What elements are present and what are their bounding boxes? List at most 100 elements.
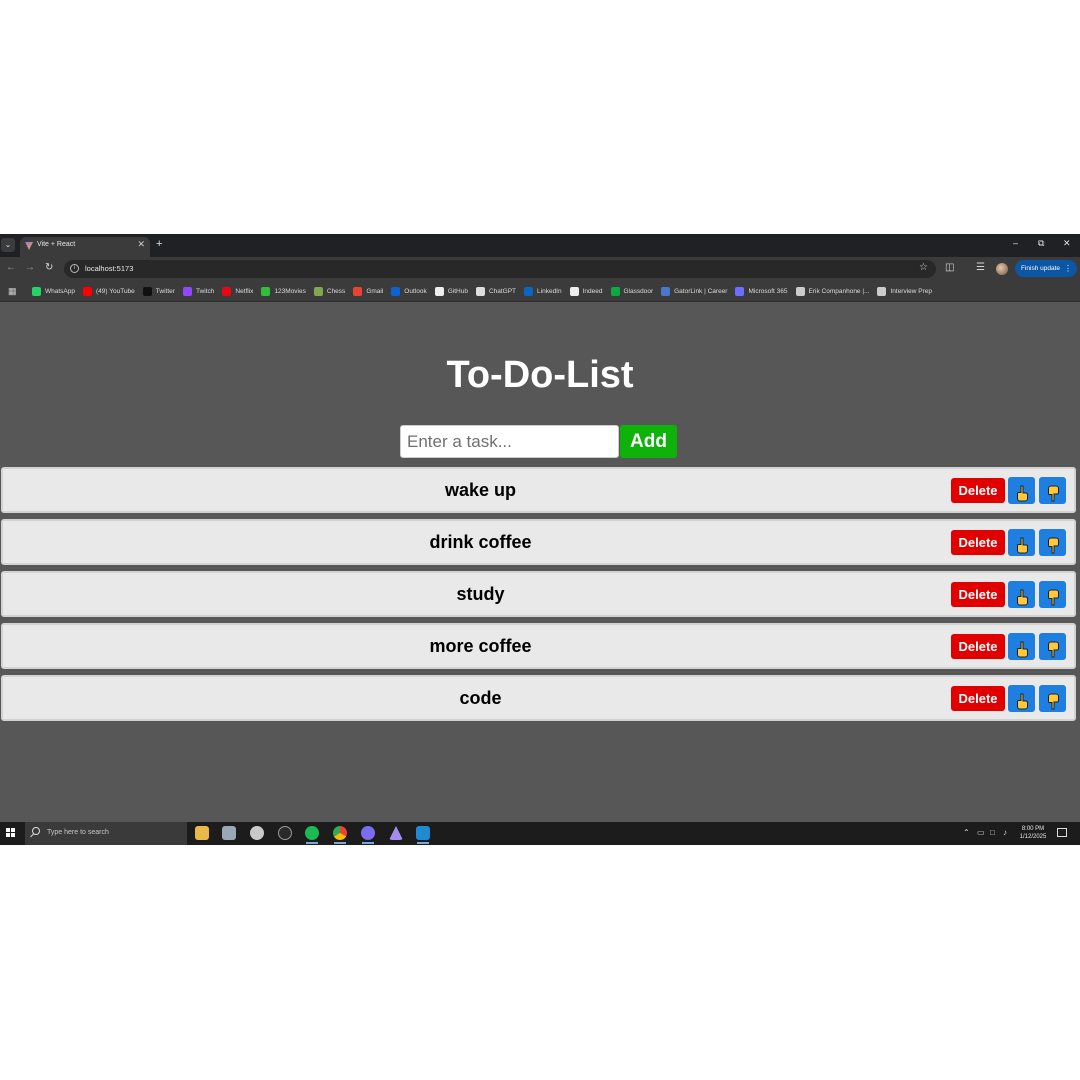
minimize-icon[interactable]: – <box>1013 238 1018 248</box>
app-icon[interactable] <box>361 826 375 844</box>
task-row: code Delete <box>1 675 1076 721</box>
delete-button[interactable]: Delete <box>951 530 1005 555</box>
notification-icon[interactable] <box>1057 828 1067 837</box>
bookmark-label: Interview Prep <box>890 287 933 295</box>
url-text: localhost:5173 <box>85 264 134 273</box>
bookmark-label: WhatsApp <box>45 287 75 295</box>
move-down-button[interactable] <box>1039 477 1066 504</box>
app-icon[interactable] <box>250 826 264 840</box>
forward-icon[interactable]: → <box>25 262 35 274</box>
add-button[interactable]: Add <box>620 425 677 458</box>
outlook-icon <box>391 286 401 296</box>
bookmark-item[interactable]: Gmail <box>353 285 383 297</box>
move-up-button[interactable] <box>1008 529 1035 556</box>
bookmark-item[interactable]: LinkedIn <box>524 285 562 297</box>
move-up-button[interactable] <box>1008 581 1035 608</box>
bookmark-item[interactable]: GitHub <box>434 285 468 297</box>
windows-start-button[interactable] <box>6 828 16 838</box>
bookmark-item[interactable]: Twitter <box>142 285 175 297</box>
extensions-icon[interactable]: ◫ <box>945 262 954 274</box>
site-info-icon[interactable]: i <box>70 264 79 273</box>
bookmark-item[interactable]: Erik Companhone |... <box>795 285 869 297</box>
move-up-button[interactable] <box>1008 685 1035 712</box>
bookmark-list: WhatsApp (49) YouTube Twitter Twitch Netflix… <box>32 285 932 297</box>
gatorlink-icon <box>661 286 671 296</box>
spotify-icon[interactable] <box>305 826 319 844</box>
pointing-up-icon <box>1016 693 1028 709</box>
microsoft365-icon <box>735 286 745 296</box>
address-bar[interactable]: i localhost:5173 ☆ <box>64 260 936 278</box>
task-text: wake up <box>444 480 517 500</box>
bookmark-item[interactable]: Netflix <box>222 285 253 297</box>
chevron-up-icon[interactable]: ⌃ <box>963 828 970 837</box>
apps-grid-icon[interactable]: ▦ <box>8 286 17 296</box>
network-icon[interactable]: □ <box>990 828 995 837</box>
bookmark-item[interactable]: Outlook <box>391 285 427 297</box>
taskbar-search[interactable]: Type here to search <box>25 822 187 845</box>
pointing-up-icon <box>1016 485 1028 501</box>
pointing-down-icon <box>1047 589 1059 605</box>
bookmark-item[interactable]: Interview Prep <box>877 285 932 297</box>
new-tab-icon[interactable]: + <box>156 239 162 250</box>
move-down-button[interactable] <box>1039 581 1066 608</box>
linkedin-icon <box>524 286 534 296</box>
move-up-button[interactable] <box>1008 477 1035 504</box>
bookmark-label: Microsoft 365 <box>748 287 788 295</box>
bookmark-item[interactable]: 123Movies <box>261 285 306 297</box>
app-icon[interactable] <box>222 826 236 840</box>
restore-icon[interactable]: ⧉ <box>1038 238 1044 249</box>
bookmark-label: Outlook <box>404 287 427 295</box>
youtube-icon <box>83 286 92 296</box>
media-controls-icon[interactable]: ☰ <box>976 262 985 274</box>
close-window-icon[interactable]: ✕ <box>1063 238 1071 249</box>
bookmark-star-icon[interactable]: ☆ <box>919 262 928 273</box>
task-row: drink coffee Delete <box>1 519 1076 565</box>
bookmark-item[interactable]: GatorLink | Career <box>661 285 727 297</box>
bookmark-item[interactable]: Glassdoor <box>610 285 653 297</box>
bookmark-label: Twitter <box>155 287 175 295</box>
pointing-down-icon <box>1047 693 1059 709</box>
chrome-icon[interactable] <box>333 826 347 844</box>
tab-search-button[interactable]: ⌄ <box>1 238 15 252</box>
task-input[interactable] <box>400 425 619 458</box>
chatgpt-icon <box>475 286 485 296</box>
profile-avatar[interactable] <box>996 263 1008 275</box>
tab-close-icon[interactable]: ✕ <box>137 239 145 250</box>
finish-update-button[interactable]: Finish update ⋮ <box>1015 260 1077 277</box>
bookmark-label: Twitch <box>195 287 215 295</box>
bookmark-item[interactable]: Twitch <box>182 285 215 297</box>
taskbar-search-placeholder: Type here to search <box>47 829 109 836</box>
back-icon[interactable]: ← <box>6 262 16 274</box>
vscode-icon[interactable] <box>416 826 430 844</box>
x-icon <box>142 286 152 296</box>
move-down-button[interactable] <box>1039 633 1066 660</box>
move-down-button[interactable] <box>1039 685 1066 712</box>
delete-button[interactable]: Delete <box>951 478 1005 503</box>
bookmark-item[interactable]: (49) YouTube <box>83 285 135 297</box>
bookmark-label: (49) YouTube <box>96 287 135 295</box>
file-explorer-icon[interactable] <box>195 826 209 840</box>
task-text: code <box>459 688 502 708</box>
speedometer-icon[interactable] <box>278 826 292 840</box>
browser-tab[interactable]: Vite + React ✕ <box>20 237 150 257</box>
bookmark-item[interactable]: ChatGPT <box>475 285 516 297</box>
delete-button[interactable]: Delete <box>951 686 1005 711</box>
pointing-down-icon <box>1047 641 1059 657</box>
todo-app: To-Do-List Add wake upDeletedrink coffee… <box>0 302 1080 822</box>
bookmark-item[interactable]: Chess <box>313 285 345 297</box>
app-icon[interactable] <box>389 826 403 840</box>
delete-button[interactable]: Delete <box>951 582 1005 607</box>
reload-icon[interactable]: ↻ <box>45 262 53 274</box>
delete-button[interactable]: Delete <box>951 634 1005 659</box>
battery-icon[interactable]: ▭ <box>977 828 985 837</box>
bookmark-item[interactable]: Indeed <box>569 285 603 297</box>
move-up-button[interactable] <box>1008 633 1035 660</box>
indeed-icon <box>569 286 579 296</box>
volume-icon[interactable]: ♪ <box>1003 828 1007 837</box>
globe-icon <box>795 286 805 296</box>
bookmark-item[interactable]: Microsoft 365 <box>735 285 788 297</box>
bookmark-item[interactable]: WhatsApp <box>32 285 75 297</box>
move-down-button[interactable] <box>1039 529 1066 556</box>
tab-title: Vite + React <box>37 241 76 248</box>
clock[interactable]: 8:00 PM 1/12/2025 <box>1016 825 1050 841</box>
